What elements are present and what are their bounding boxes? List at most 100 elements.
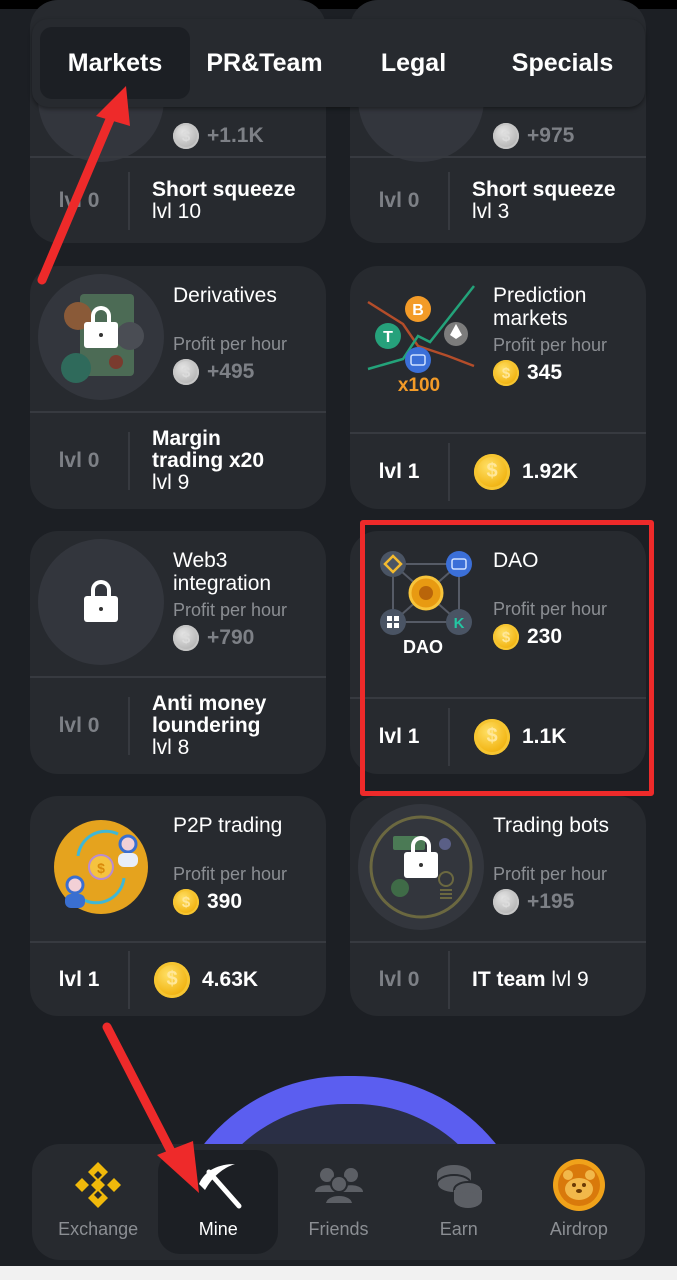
upgrade-card-p2p-trading[interactable]: $ P2P trading Profit per hour $ 390 lvl … [30, 796, 326, 1016]
card-requirement: Margin trading x20 lvl 9 [130, 428, 326, 494]
gold-coin-icon: $ [474, 453, 510, 490]
web3-image [38, 539, 164, 665]
profit-value: +495 [207, 360, 255, 383]
tab-markets[interactable]: Markets [40, 27, 190, 99]
profit-label: Profit per hour [493, 864, 608, 884]
lock-icon [84, 306, 118, 348]
nav-earn[interactable]: Earn [399, 1150, 519, 1254]
tab-specials[interactable]: Specials [488, 27, 637, 99]
profit-label: Profit per hour [493, 335, 608, 355]
gold-coin-icon: $ [493, 360, 519, 386]
silver-coin-icon: $ [173, 123, 199, 149]
upgrade-cost: $ 4.63K [130, 961, 326, 998]
image-caption: DAO [403, 637, 443, 657]
card-level: lvl 0 [378, 188, 420, 212]
p2p-image: $ [38, 804, 164, 930]
profit-label: Profit per hour [173, 864, 288, 884]
profit-label: Profit per hour [173, 600, 288, 620]
gold-coin-icon: $ [474, 718, 510, 755]
nav-mine[interactable]: Mine [158, 1150, 279, 1254]
upgrade-card-trading-bots[interactable]: Trading bots Profit per hour $ +195 lvl … [350, 796, 646, 1016]
card-requirement: Anti money loundering lvl 8 [130, 693, 326, 759]
profit-value: 345 [527, 361, 563, 384]
p2p-illustration: $ [54, 820, 148, 914]
profit-value: +790 [207, 626, 255, 649]
cost-value: 1.1K [522, 724, 567, 748]
binance-icon [70, 1157, 126, 1213]
lock-icon [404, 836, 438, 878]
friends-icon [311, 1157, 367, 1213]
lock-icon [84, 580, 118, 622]
gold-coin-icon: $ [493, 624, 519, 650]
card-requirement: Short squeeze lvl 3 [450, 177, 646, 223]
nav-friends[interactable]: Friends [278, 1150, 398, 1254]
card-level: lvl 0 [378, 967, 420, 991]
profit-value: +195 [527, 890, 575, 913]
gold-coin-icon: $ [154, 961, 190, 998]
card-level: lvl 1 [58, 967, 100, 991]
dao-image: K DAO [358, 539, 484, 665]
upgrade-card-derivatives[interactable]: Derivatives Profit per hour $ +495 lvl 0… [30, 266, 326, 509]
card-title: Trading bots [493, 814, 609, 837]
card-title: Web3 integration [173, 549, 272, 595]
trading-bots-image [358, 804, 484, 930]
profit-value: 390 [207, 890, 243, 913]
nav-label: Airdrop [549, 1219, 608, 1239]
dao-illustration: K DAO [380, 551, 472, 657]
bottom-nav: Exchange Mine Friends Earn Airdrop [32, 1144, 645, 1260]
nav-label: Earn [439, 1219, 478, 1239]
svg-text:T: T [383, 329, 393, 346]
nav-label: Friends [308, 1219, 369, 1239]
prediction-markets-image: B T x100 [358, 274, 484, 400]
requirement-name: Anti money loundering [152, 692, 267, 737]
pickaxe-icon [190, 1157, 246, 1213]
requirement-level: lvl 9 [152, 471, 190, 494]
profit-label: Profit per hour [173, 334, 288, 354]
profit-value: +975 [527, 124, 575, 147]
profit-value: +1.1K [207, 124, 264, 147]
tab-legal[interactable]: Legal [339, 27, 488, 99]
requirement-name: Short squeeze [472, 177, 616, 201]
gold-coin-icon: $ [173, 889, 199, 915]
coins-icon [431, 1157, 487, 1213]
image-caption: x100 [398, 375, 440, 396]
hamster-coin-icon [551, 1157, 607, 1213]
silver-coin-icon: $ [493, 889, 519, 915]
requirement-name: IT team [472, 967, 546, 991]
prediction-markets-illustration: B T x100 [367, 285, 475, 396]
requirement-name: Margin trading x20 [152, 427, 265, 472]
svg-text:K: K [454, 615, 465, 632]
card-requirement: IT team lvl 9 [450, 967, 646, 991]
svg-text:B: B [412, 302, 424, 319]
requirement-level: lvl 3 [472, 199, 510, 223]
upgrade-cost: $ 1.1K [450, 718, 646, 755]
nav-label: Mine [198, 1219, 238, 1239]
card-title: Prediction markets [493, 284, 587, 330]
card-title: DAO [493, 549, 539, 572]
upgrade-cost: $ 1.92K [450, 453, 646, 490]
card-level: lvl 1 [378, 724, 420, 748]
upgrade-card-dao[interactable]: K DAO DAO Profit per hour $ 230 lvl 1 $ … [350, 531, 646, 774]
profit-label: Profit per hour [493, 599, 608, 619]
card-level: lvl 0 [58, 188, 100, 212]
derivatives-image [38, 274, 164, 400]
profit-value: 230 [527, 625, 563, 648]
tab-pr-team[interactable]: PR&Team [190, 27, 339, 99]
silver-coin-icon: $ [173, 359, 199, 385]
silver-coin-icon: $ [493, 123, 519, 149]
svg-text:$: $ [97, 860, 105, 876]
card-requirement: Short squeeze lvl 10 [130, 177, 326, 223]
nav-label: Exchange [58, 1219, 139, 1239]
system-bottom-bar [0, 1266, 677, 1280]
upgrade-card-prediction-markets[interactable]: B T x100 Prediction markets Profit per h… [350, 266, 646, 509]
silver-coin-icon: $ [173, 625, 199, 651]
upgrade-card-web3-integration[interactable]: Web3 integration Profit per hour $ +790 … [30, 531, 326, 774]
nav-airdrop[interactable]: Airdrop [519, 1150, 639, 1254]
requirement-name: Short squeeze [152, 177, 296, 201]
card-title: P2P trading [173, 814, 283, 837]
card-title: Derivatives [173, 284, 277, 307]
category-tabs: Markets PR&Team Legal Specials [32, 19, 645, 107]
requirement-level: lvl 8 [152, 736, 190, 759]
nav-exchange[interactable]: Exchange [38, 1150, 158, 1254]
card-level: lvl 0 [58, 714, 100, 737]
